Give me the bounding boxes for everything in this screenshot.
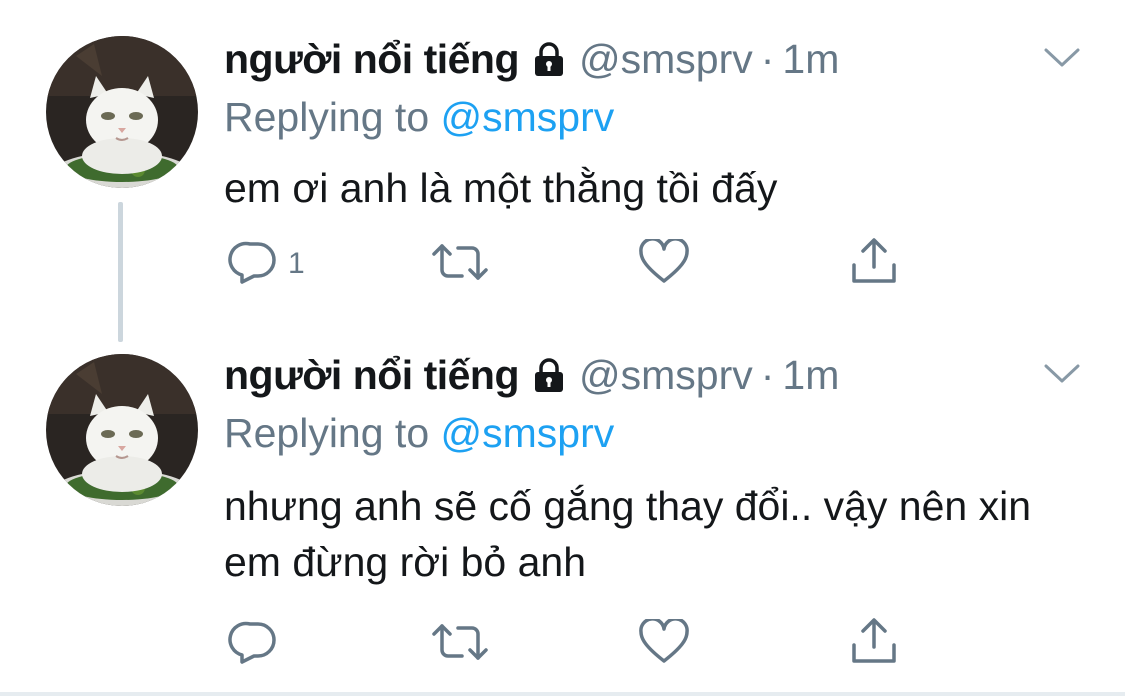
lock-icon (531, 41, 567, 77)
retweet-icon (430, 620, 490, 669)
divider (0, 692, 1125, 696)
retweet-icon (430, 240, 490, 289)
reply-count: 1 (288, 247, 305, 280)
tweet-text: nhưng anh sẽ cố gắng thay đổi.. vậy nên … (224, 483, 1032, 585)
tweet-text: em ơi anh là một thằng tồi đấy (224, 165, 778, 211)
heart-icon (638, 616, 690, 670)
user-handle[interactable]: @smsprv (579, 36, 753, 83)
separator-dot: · (760, 351, 775, 398)
heart-icon (638, 236, 690, 290)
replying-to-label: Replying to (224, 94, 441, 140)
lock-icon (531, 357, 567, 393)
avatar[interactable] (46, 354, 198, 506)
replying-to-handle[interactable]: @smsprv (441, 94, 615, 140)
retweet-button[interactable] (430, 236, 490, 292)
replying-to: Replying to @smsprv (224, 410, 614, 457)
chevron-down-icon[interactable] (1042, 46, 1082, 70)
tweet-thread: người nổi tiếng @smsprv · 1m Replying to… (0, 0, 1125, 696)
share-button[interactable] (848, 616, 900, 672)
share-button[interactable] (848, 236, 900, 292)
avatar-image (46, 36, 198, 188)
display-name[interactable]: người nổi tiếng (224, 36, 520, 83)
separator-dot: · (760, 35, 775, 82)
like-button[interactable] (638, 616, 690, 672)
reply-icon (228, 620, 280, 669)
tweet[interactable]: người nổi tiếng @smsprv · 1m Replying to… (0, 0, 1125, 342)
retweet-button[interactable] (430, 616, 490, 672)
display-name[interactable]: người nổi tiếng (224, 352, 520, 399)
tweet-actions (0, 616, 1125, 672)
reply-button[interactable] (228, 616, 288, 672)
avatar[interactable] (46, 36, 198, 188)
tweet[interactable]: người nổi tiếng @smsprv · 1m Replying to… (0, 340, 1125, 692)
share-icon (848, 237, 900, 292)
tweet-header: người nổi tiếng @smsprv · 1m (224, 34, 839, 84)
tweet-actions: 1 (0, 236, 1125, 292)
replying-to-handle[interactable]: @smsprv (441, 410, 615, 456)
reply-icon (228, 240, 280, 289)
chevron-down-icon[interactable] (1042, 362, 1082, 386)
like-button[interactable] (638, 236, 690, 292)
timestamp[interactable]: 1m (782, 36, 839, 83)
replying-to-label: Replying to (224, 410, 441, 456)
share-icon (848, 617, 900, 672)
avatar-image (46, 354, 198, 506)
timestamp[interactable]: 1m (782, 352, 839, 399)
user-handle[interactable]: @smsprv (579, 352, 753, 399)
reply-button[interactable]: 1 (228, 236, 305, 292)
tweet-header: người nổi tiếng @smsprv · 1m (224, 350, 839, 400)
replying-to: Replying to @smsprv (224, 94, 614, 141)
